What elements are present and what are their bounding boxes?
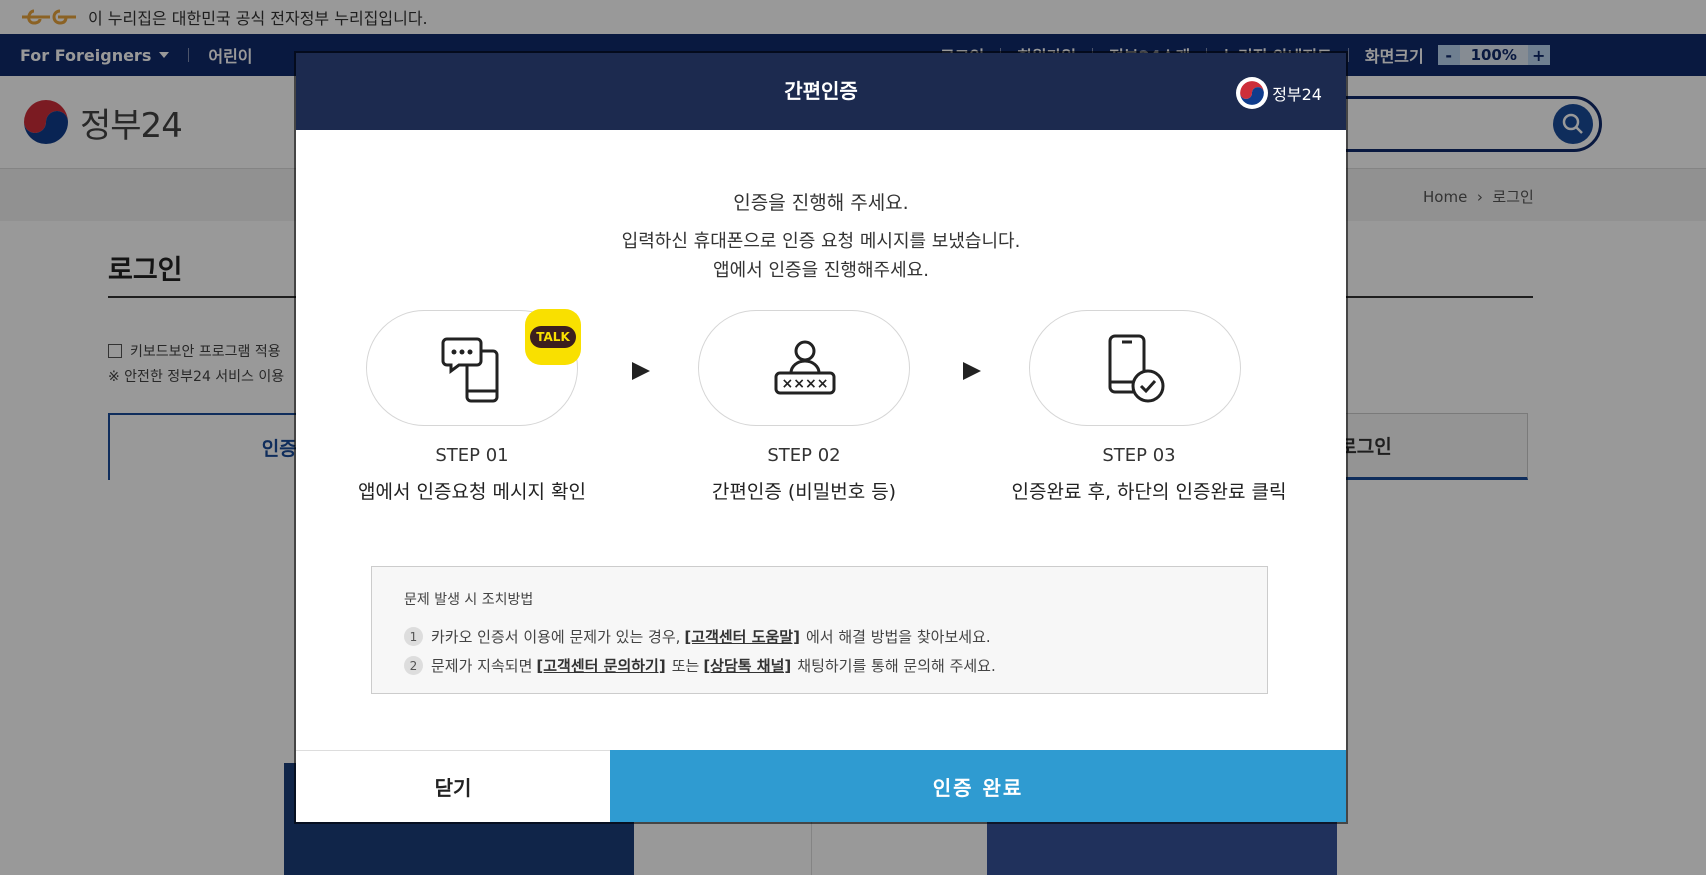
help-title: 문제 발생 시 조치방법	[404, 592, 534, 608]
help-text: 채팅하기를 통해 문의해 주세요.	[797, 657, 996, 675]
talk-badge-text: TALK	[530, 326, 576, 348]
modal-brand: 정부24	[1236, 77, 1322, 109]
help-text: 카카오 인증서 이용에 문제가 있는 경우,	[431, 628, 681, 646]
help-text: 또는	[671, 657, 700, 675]
help-inquiry-link[interactable]: [고객센터 문의하기]	[536, 655, 665, 676]
help-number-badge: 2	[404, 656, 423, 675]
close-button[interactable]: 닫기	[296, 750, 610, 822]
auth-message-main: 인증을 진행해 주세요.	[733, 192, 909, 214]
modal-title: 간편인증	[784, 79, 858, 103]
help-item: 1 카카오 인증서 이용에 문제가 있는 경우, [고객센터 도움말] 에서 해…	[404, 622, 1235, 651]
help-number-badge: 1	[404, 627, 423, 646]
taegeuk-emblem-icon	[1236, 77, 1269, 109]
help-item: 2 문제가 지속되면 [고객센터 문의하기] 또는 [상담톡 채널] 채팅하기를…	[404, 651, 1235, 680]
troubleshooting-box: 문제 발생 시 조치방법 1 카카오 인증서 이용에 문제가 있는 경우, [고…	[371, 566, 1268, 694]
modal-brand-text: 정부24	[1272, 85, 1322, 104]
arrow-right-icon	[963, 362, 981, 380]
auth-message-sub2: 앱에서 인증을 진행해주세요.	[713, 260, 929, 281]
step-3-card	[1029, 310, 1241, 426]
chat-channel-link[interactable]: [상담톡 채널]	[703, 655, 791, 676]
phone-check-icon	[1030, 311, 1242, 427]
step-1-description: 앱에서 인증요청 메시지 확인	[358, 481, 586, 503]
step-3-description: 인증완료 후, 하단의 인증완료 클릭	[1011, 481, 1287, 503]
kakao-talk-icon: TALK	[525, 309, 581, 365]
step-2-card: ××××	[698, 310, 910, 426]
simple-auth-modal: 간편인증 정부24 인증을 진행해 주세요. 입력하신 휴대폰으로 인증 요청 …	[296, 53, 1346, 822]
auth-complete-button[interactable]: 인증 완료	[610, 750, 1346, 822]
step-3-number: STEP 03	[1102, 445, 1176, 466]
svg-text:××××: ××××	[782, 376, 829, 392]
modal-header: 간편인증 정부24	[296, 53, 1346, 130]
step-2-description: 간편인증 (비밀번호 등)	[711, 481, 897, 503]
auth-message-sub1: 입력하신 휴대폰으로 인증 요청 메시지를 보냈습니다.	[621, 231, 1021, 252]
help-text: 에서 해결 방법을 찾아보세요.	[805, 628, 991, 646]
step-2-number: STEP 02	[767, 445, 841, 466]
user-password-icon: ××××	[699, 311, 911, 427]
help-text: 문제가 지속되면	[431, 657, 533, 675]
step-1-number: STEP 01	[435, 445, 509, 466]
help-center-link[interactable]: [고객센터 도움말]	[684, 626, 800, 647]
arrow-right-icon	[632, 362, 650, 380]
